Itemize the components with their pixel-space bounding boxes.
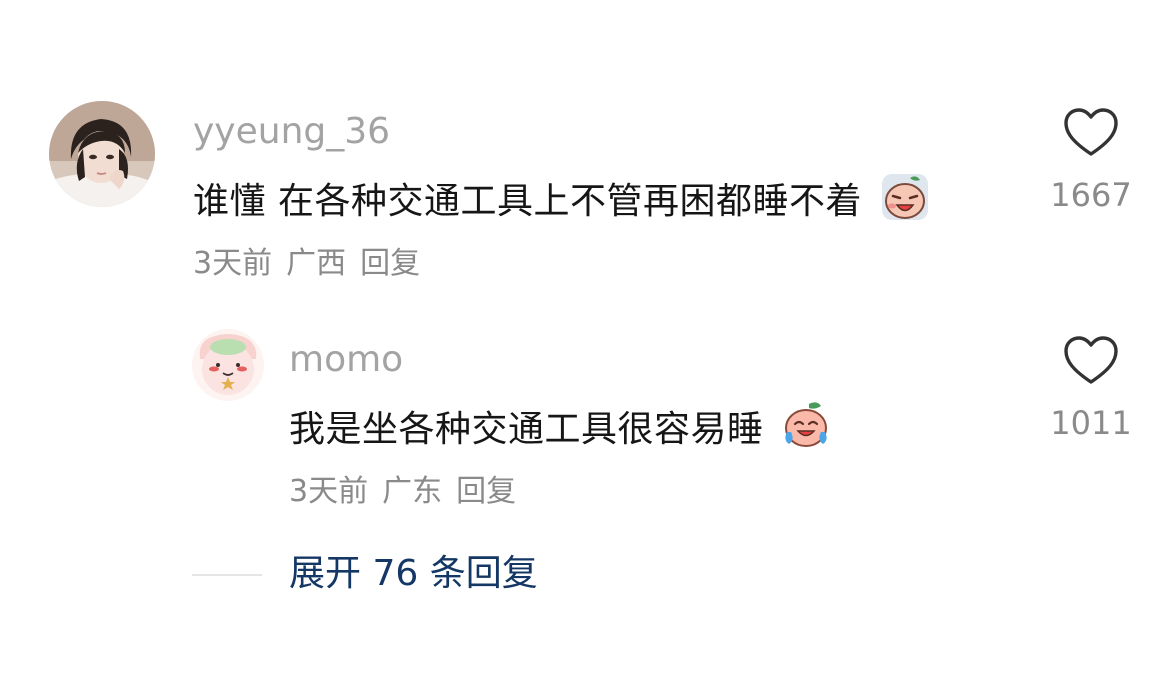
comment-text: 我是坐各种交通工具很容易睡 <box>289 400 831 455</box>
crying-laughing-peach-emoji-icon <box>781 400 831 450</box>
comment-meta: 3天前 广西 回复 <box>193 244 434 284</box>
like-heart-icon[interactable] <box>1063 107 1119 159</box>
comment-location: 广西 <box>286 246 347 281</box>
avatar[interactable] <box>49 101 155 207</box>
comment-time: 3天前 <box>193 246 273 281</box>
like-heart-icon[interactable] <box>1063 335 1119 387</box>
comment-meta: 3天前 广东 回复 <box>289 472 530 512</box>
comment-text: 谁懂 在各种交通工具上不管再困都睡不着 <box>193 172 930 227</box>
comment-text-content: 我是坐各种交通工具很容易睡 <box>289 409 764 450</box>
expand-divider <box>192 574 262 576</box>
avatar[interactable] <box>192 329 264 401</box>
expand-replies-button[interactable]: 展开 76 条回复 <box>289 551 538 597</box>
comment-location: 广东 <box>382 474 443 509</box>
comment-text-content: 谁懂 在各种交通工具上不管再困都睡不着 <box>193 181 862 222</box>
like-count: 1011 <box>1050 404 1132 442</box>
sleepy-face-emoji-icon <box>880 172 930 222</box>
like-count: 1667 <box>1050 176 1132 214</box>
comment-username[interactable]: momo <box>289 338 403 382</box>
comment-time: 3天前 <box>289 474 369 509</box>
reply-button[interactable]: 回复 <box>360 246 420 281</box>
comment-username[interactable]: yyeung_36 <box>193 110 390 154</box>
reply-button[interactable]: 回复 <box>456 474 516 509</box>
